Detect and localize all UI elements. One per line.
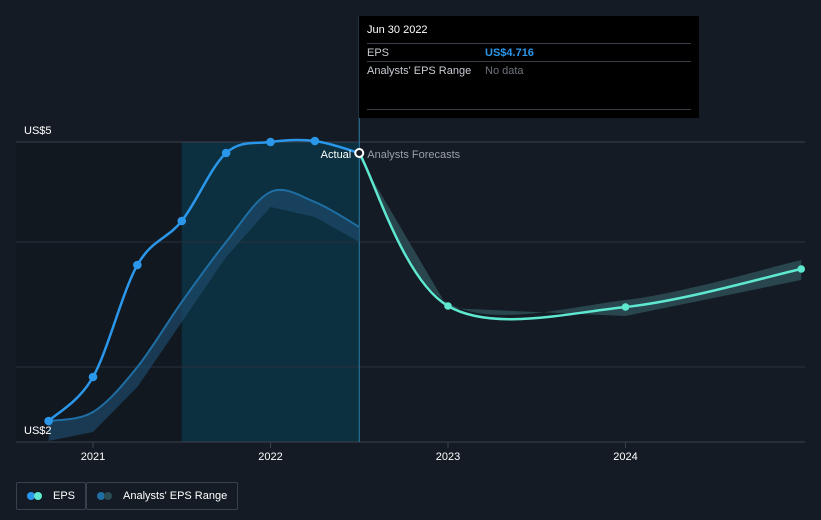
- range-legend-icon: [97, 492, 115, 500]
- tooltip-divider: [367, 109, 691, 110]
- highlight-period-band: [181, 142, 360, 442]
- x-axis: 2021 2022 2023 2024: [81, 442, 638, 463]
- tooltip-eps-row: EPS US$4.716: [367, 43, 691, 61]
- eps-point[interactable]: [221, 148, 231, 158]
- tooltip: Jun 30 2022 EPS US$4.716 Analysts' EPS R…: [359, 16, 699, 118]
- x-tick-label: 2023: [436, 451, 460, 463]
- y-axis-label-bottom: US$2: [24, 425, 52, 437]
- eps-forecast-line: [358, 152, 802, 321]
- legend-range-label: Analysts' EPS Range: [123, 490, 228, 502]
- legend-eps-label: EPS: [53, 490, 76, 502]
- legend-range-button[interactable]: Analysts' EPS Range: [86, 482, 239, 510]
- eps-point[interactable]: [44, 416, 53, 426]
- analysts-eps-range-band: [359, 150, 802, 316]
- eps-point[interactable]: [88, 372, 98, 382]
- eps-legend-icon: [27, 492, 45, 500]
- x-tick-label: 2021: [81, 451, 105, 463]
- forecast-point[interactable]: [797, 265, 806, 273]
- forecast-label: Analysts Forecasts: [367, 149, 460, 161]
- eps-point[interactable]: [177, 216, 187, 226]
- tooltip-eps-label: EPS: [367, 46, 390, 59]
- tooltip-eps-value: US$4.716: [485, 46, 534, 59]
- y-axis-label-top: US$5: [24, 125, 52, 137]
- tooltip-date: Jun 30 2022: [367, 24, 428, 36]
- eps-point[interactable]: [354, 148, 365, 158]
- x-tick-label: 2022: [258, 451, 282, 463]
- tooltip-range-label: Analysts' EPS Range: [367, 64, 472, 77]
- eps-point[interactable]: [310, 136, 320, 146]
- legend-eps-button[interactable]: EPS: [16, 482, 87, 510]
- tooltip-range-value: No data: [485, 64, 524, 77]
- actual-label: Actual: [321, 149, 352, 161]
- eps-point[interactable]: [133, 260, 142, 270]
- past-area-shade: [16, 142, 182, 442]
- tooltip-range-row: Analysts' EPS Range No data: [367, 61, 691, 79]
- eps-point[interactable]: [266, 137, 275, 147]
- x-tick-label: 2024: [613, 451, 637, 463]
- forecast-point[interactable]: [621, 303, 630, 311]
- forecast-point[interactable]: [444, 302, 452, 310]
